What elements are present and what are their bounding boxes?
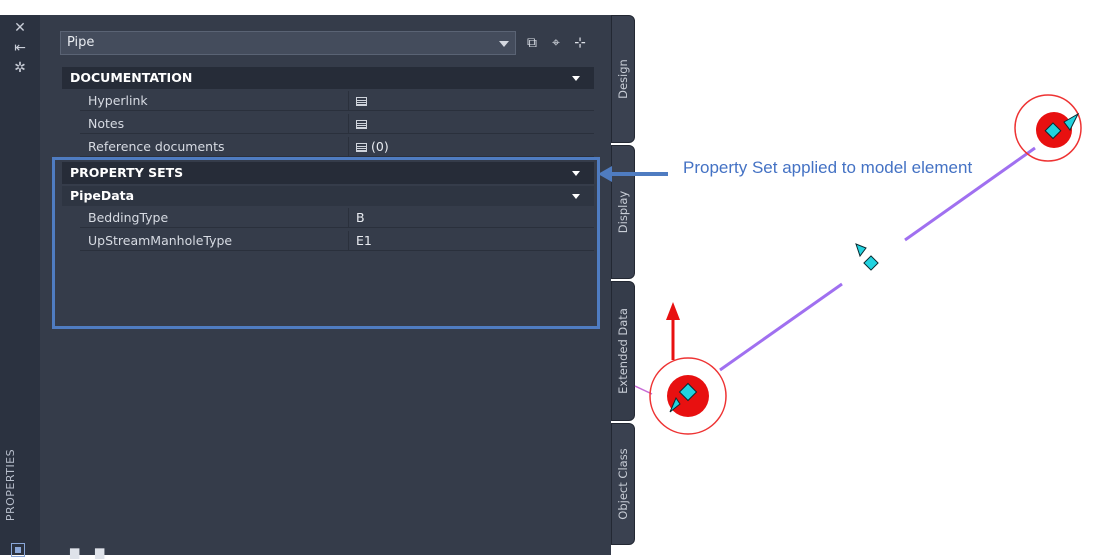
- grip-icon[interactable]: [863, 255, 879, 271]
- model-canvas: [634, 94, 1082, 435]
- direction-marker-icon[interactable]: [855, 243, 867, 258]
- pipe-segment[interactable]: [904, 146, 1036, 242]
- arrow-head-icon: [666, 302, 680, 320]
- pipe-segment[interactable]: [719, 282, 843, 372]
